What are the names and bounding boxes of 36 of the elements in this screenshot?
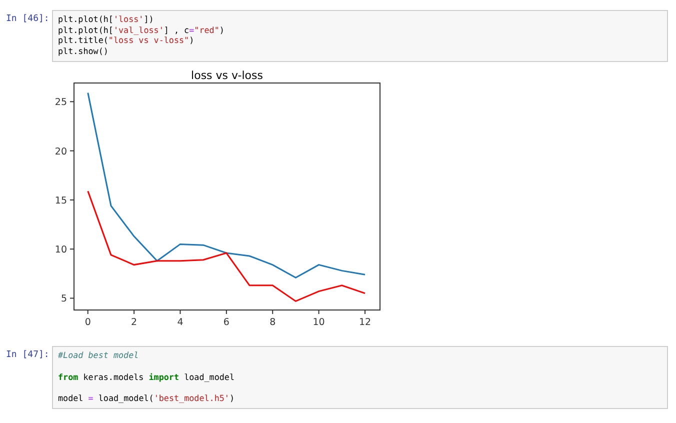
code-input-field[interactable]: #Load best model from keras.models import load_model model = load_model('best_model.h5') <box>52 346 668 408</box>
y-tick-label: 15 <box>54 195 67 206</box>
code-line: plt.plot(h['loss']) <box>58 14 154 24</box>
x-tick-label: 0 <box>84 317 91 328</box>
code-line: plt.plot(h['val_loss'] , c="red") <box>58 24 224 35</box>
tick-mark <box>134 310 135 314</box>
x-tick-label: 4 <box>177 317 184 328</box>
code-line: plt.title("loss vs v-loss") <box>58 35 194 46</box>
chart-title: loss vs v-loss <box>191 69 263 82</box>
tick-mark <box>70 199 74 200</box>
x-tick-label: 8 <box>270 317 276 328</box>
y-tick-label: 10 <box>54 244 67 256</box>
tick-mark <box>272 310 274 314</box>
x-tick-label: 12 <box>358 317 372 328</box>
tick-mark <box>87 310 88 314</box>
tick-mark <box>226 310 227 314</box>
code-line: #Load best model <box>58 350 139 360</box>
cell-prompt: In [46]: <box>6 13 50 24</box>
tick-mark <box>364 310 366 314</box>
tick-mark <box>70 298 74 299</box>
y-tick-label: 20 <box>54 146 67 158</box>
x-tick-label: 10 <box>312 317 325 328</box>
cell-prompt: In [47]: <box>6 349 50 360</box>
code-line: model = load_model('best_model.h5') <box>58 393 235 404</box>
y-tick-label: 25 <box>54 97 67 108</box>
y-tick-label: 5 <box>60 294 67 305</box>
x-tick-label: 2 <box>131 317 138 328</box>
code-line: plt.show() <box>58 46 108 56</box>
x-tick-label: 6 <box>223 317 230 328</box>
tick-mark <box>70 101 74 102</box>
tick-mark <box>70 150 74 152</box>
tick-mark <box>70 248 74 250</box>
code-input-field[interactable]: plt.plot(h['loss']) plt.plot(h['val_loss'] , c="red") plt.title("loss vs v-loss") plt.show() <box>52 10 668 62</box>
tick-mark <box>180 310 181 314</box>
code-line: from keras.models import load_model <box>58 372 234 382</box>
tick-mark <box>318 310 320 314</box>
